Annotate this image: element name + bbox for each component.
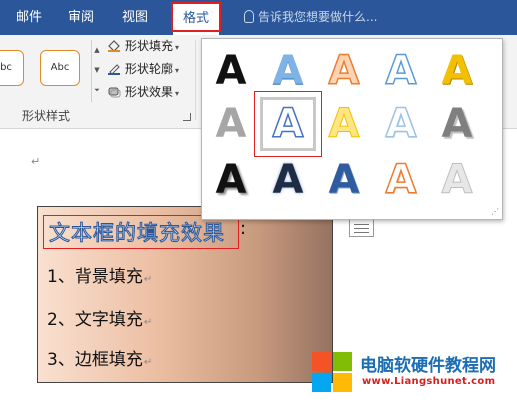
text-box-line[interactable]: 2、文字填充↵ [47, 305, 152, 330]
tell-me-text: 告诉我您想要做什么... [258, 10, 378, 24]
windows-logo [310, 350, 354, 394]
wordart-style-black-shadow[interactable]: A [202, 155, 260, 205]
title-colon: : [240, 218, 247, 239]
chevron-down-icon: ▾ [175, 89, 180, 98]
lightbulb-icon [244, 10, 254, 23]
wordart-style-blue-gradient[interactable]: A [259, 46, 317, 96]
tell-me-box[interactable]: 告诉我您想要做什么... [244, 0, 377, 35]
pencil-icon [108, 64, 120, 75]
text-box-title[interactable]: 文本框的填充效果 [49, 217, 225, 247]
wordart-styles-gallery: A A A A A A A A A A A A A A A ⋰ [201, 38, 503, 220]
tab-mailings[interactable]: 邮件 [12, 0, 46, 35]
shape-outline-button[interactable]: 形状轮廓 ▾ [107, 59, 179, 79]
wordart-style-blue-bevel[interactable]: A [315, 155, 373, 205]
text-box-line[interactable]: 1、背景填充↵ [47, 262, 152, 287]
shape-styles-group-label: 形状样式 [22, 109, 71, 123]
layout-options-icon[interactable] [349, 219, 374, 237]
shape-fill-button[interactable]: 形状填充 ▾ [107, 36, 179, 56]
paint-bucket-icon [108, 40, 120, 52]
wordart-style-gray-bevel[interactable]: A [428, 99, 486, 149]
dialog-launcher-icon[interactable] [183, 113, 191, 121]
resize-grip-icon[interactable]: ⋰ [491, 207, 499, 216]
shape-fill-label: 形状填充 [125, 39, 174, 53]
gallery-scroll: ▲ ▼ ⏷ [91, 40, 102, 102]
chevron-down-icon: ▾ [175, 66, 180, 75]
shape-effects-label: 形状效果 [125, 85, 174, 99]
tab-format-highlight [171, 2, 221, 32]
wordart-style-light-blue-outline[interactable]: A [372, 99, 430, 149]
text-box-line[interactable]: 3、边框填充↵ [47, 345, 152, 370]
shape-effects-button[interactable]: 形状效果 ▾ [107, 82, 179, 102]
wordart-style-dark-blue-glow[interactable]: A [259, 155, 317, 205]
gallery-up-icon[interactable]: ▲ [92, 40, 102, 60]
wordart-style-orange-white-outline[interactable]: A [372, 155, 430, 205]
gallery-more-icon[interactable]: ⏷ [92, 80, 102, 100]
wordart-style-orange-outline[interactable]: A [315, 46, 373, 96]
ribbon-tab-bar: 邮件 审阅 视图 格式 告诉我您想要做什么... [0, 0, 517, 35]
shape-effects-icon [108, 87, 121, 98]
tab-view[interactable]: 视图 [116, 0, 154, 35]
wordart-style-white-blue-outline[interactable]: A [372, 46, 430, 96]
wordart-style-silver[interactable]: A [428, 155, 486, 205]
wordart-style-gold-gradient[interactable]: A [428, 46, 486, 96]
shape-style-preview-2[interactable]: Abc [40, 50, 80, 86]
wordart-style-gray-gradient[interactable]: A [202, 99, 260, 149]
wordart-style-solid-black[interactable]: A [202, 46, 260, 96]
gallery-down-icon[interactable]: ▼ [92, 60, 102, 80]
watermark-url: www.Liangshunet.com [362, 376, 496, 387]
group-divider [195, 40, 196, 120]
paragraph-mark: ↵ [31, 155, 41, 168]
chevron-down-icon: ▾ [175, 43, 180, 52]
tab-review[interactable]: 审阅 [64, 0, 98, 35]
wordart-style-yellow-light[interactable]: A [315, 99, 373, 149]
wordart-style-blue-outline[interactable]: A [259, 99, 317, 149]
watermark-site-name: 电脑软硬件教程网 [360, 356, 496, 376]
shape-outline-label: 形状轮廓 [125, 62, 174, 76]
shape-style-preview-1[interactable]: bc [0, 50, 24, 86]
